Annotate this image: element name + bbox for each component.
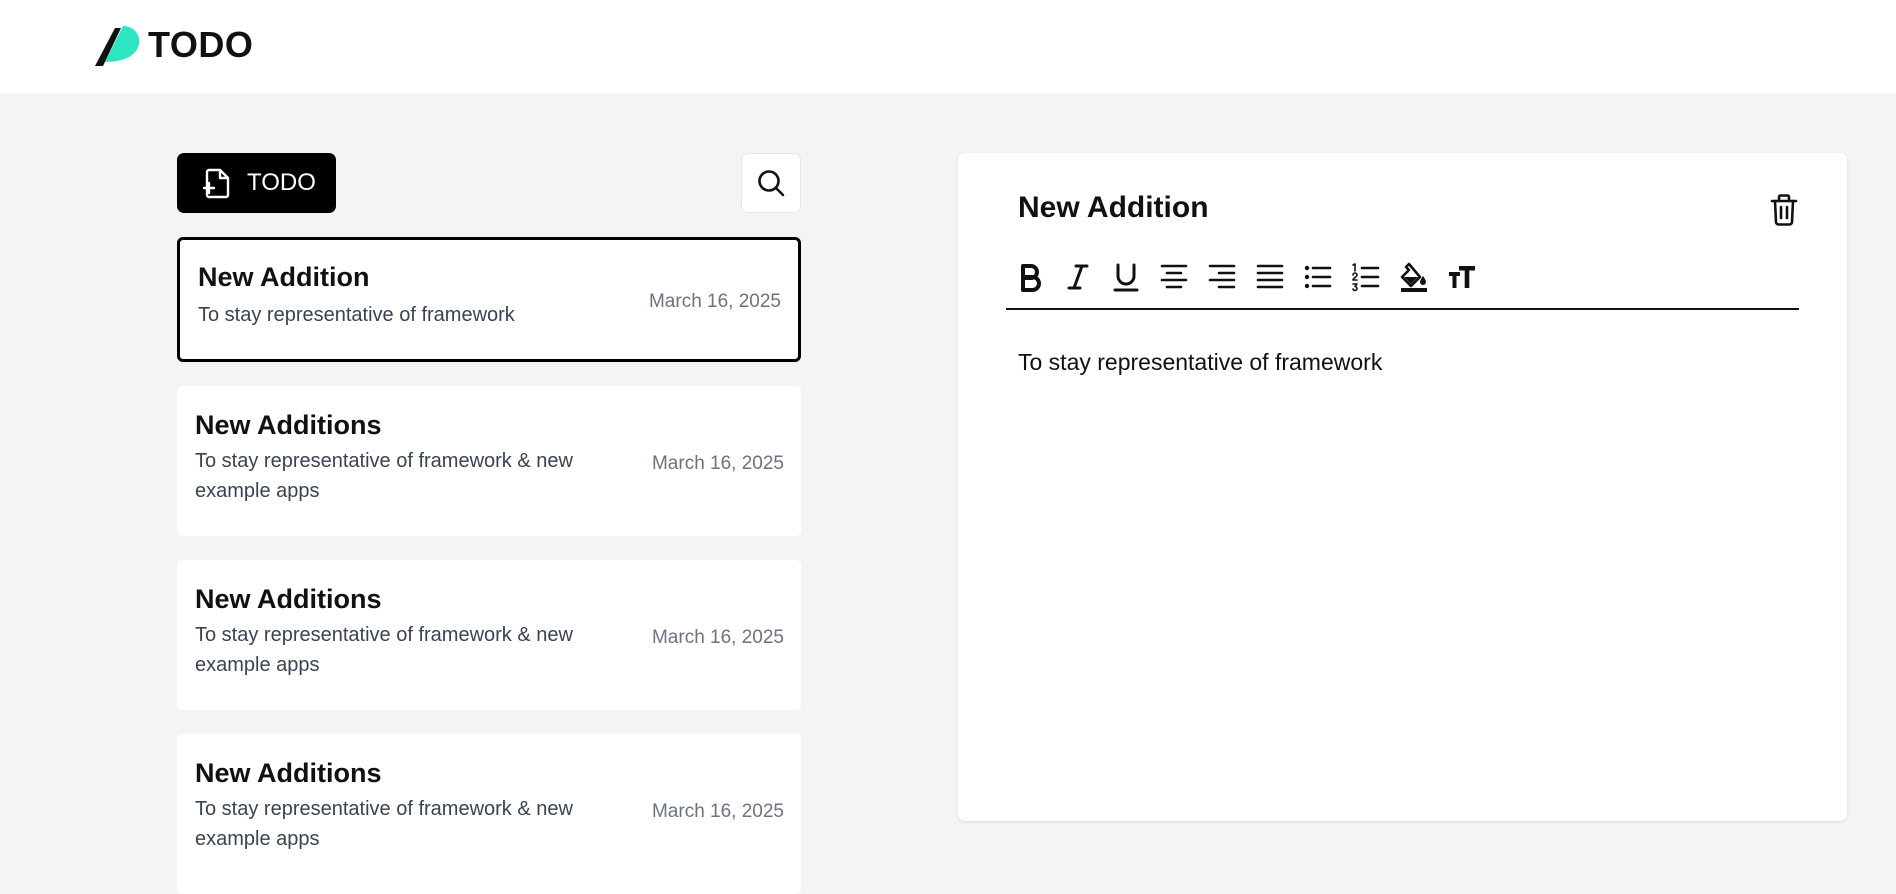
note-card[interactable]: New Additions To stay representative of … bbox=[177, 386, 801, 536]
note-card[interactable]: New Additions To stay representative of … bbox=[177, 560, 801, 710]
bullet-list-icon bbox=[1304, 265, 1332, 289]
search-icon bbox=[758, 170, 785, 197]
note-card[interactable]: New Addition To stay representative of f… bbox=[177, 237, 801, 362]
note-excerpt: To stay representative of framework & ne… bbox=[195, 450, 573, 502]
note-date: March 16, 2025 bbox=[648, 291, 781, 312]
note-date: March 16, 2025 bbox=[651, 801, 784, 822]
note-excerpt: To stay representative of framework & ne… bbox=[195, 798, 573, 850]
fill-color-icon bbox=[1400, 262, 1427, 292]
note-title: New Addition bbox=[198, 262, 370, 292]
toolbar-divider bbox=[1006, 308, 1799, 310]
italic-button[interactable] bbox=[1054, 253, 1102, 301]
format-toolbar bbox=[1006, 253, 1486, 301]
app-name: TODO bbox=[148, 24, 254, 65]
delete-button[interactable] bbox=[1769, 193, 1799, 227]
new-todo-button-label: TODO bbox=[247, 169, 316, 196]
top-bar: TODO bbox=[0, 0, 1896, 93]
editor-body[interactable]: To stay representative of framework bbox=[1018, 345, 1788, 379]
new-todo-button[interactable]: TODO bbox=[177, 153, 336, 213]
search-button[interactable] bbox=[741, 153, 801, 213]
align-center-icon bbox=[1160, 264, 1188, 289]
note-title: New Additions bbox=[195, 584, 382, 614]
note-title: New Additions bbox=[195, 758, 382, 788]
editor-title[interactable]: New Addition bbox=[1018, 191, 1209, 225]
logo-icon bbox=[95, 26, 140, 66]
bold-icon bbox=[1021, 264, 1041, 292]
note-title: New Additions bbox=[195, 410, 382, 440]
align-center-button[interactable] bbox=[1150, 253, 1198, 301]
editor-panel: New Addition To stay representative of f… bbox=[958, 153, 1847, 821]
bullet-list-button[interactable] bbox=[1294, 253, 1342, 301]
app-logo[interactable]: TODO bbox=[93, 22, 253, 68]
align-right-button[interactable] bbox=[1198, 253, 1246, 301]
underline-icon bbox=[1113, 263, 1139, 292]
text-size-button[interactable] bbox=[1438, 253, 1486, 301]
note-excerpt: To stay representative of framework bbox=[198, 304, 515, 326]
note-excerpt: To stay representative of framework & ne… bbox=[195, 624, 573, 676]
note-card[interactable]: New Additions To stay representative of … bbox=[177, 734, 801, 894]
text-size-icon bbox=[1449, 266, 1475, 288]
fill-color-button[interactable] bbox=[1390, 253, 1438, 301]
file-plus-icon bbox=[202, 168, 230, 199]
trash-icon bbox=[1770, 194, 1798, 226]
underline-button[interactable] bbox=[1102, 253, 1150, 301]
bold-button[interactable] bbox=[1006, 253, 1054, 301]
note-date: March 16, 2025 bbox=[651, 453, 784, 474]
note-date: March 16, 2025 bbox=[651, 627, 784, 648]
italic-icon bbox=[1067, 264, 1089, 290]
align-justify-icon bbox=[1256, 264, 1284, 289]
align-right-icon bbox=[1208, 264, 1236, 289]
numbered-list-icon bbox=[1352, 263, 1380, 292]
numbered-list-button[interactable] bbox=[1342, 253, 1390, 301]
align-justify-button[interactable] bbox=[1246, 253, 1294, 301]
